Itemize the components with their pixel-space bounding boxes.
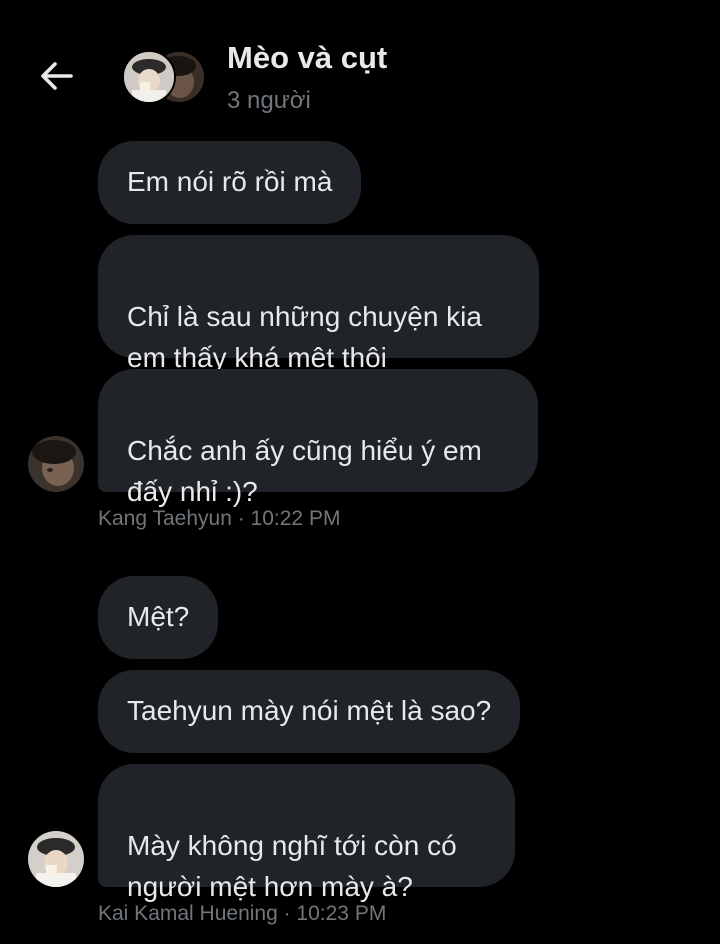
message-meta: Kang Taehyun · 10:22 PM	[98, 507, 341, 530]
message-text: Mệt?	[127, 601, 190, 632]
member-count: 3 người	[227, 87, 311, 114]
group-avatar[interactable]	[122, 50, 206, 104]
message-bubble[interactable]: Em nói rõ rồi mà	[98, 141, 362, 224]
message-meta: Kai Kamal Huening · 10:23 PM	[98, 902, 387, 925]
message-text: Em nói rõ rồi mà	[127, 166, 333, 197]
message-bubble[interactable]: Chắc anh ấy cũng hiểu ý em đấy nhỉ :)?	[98, 369, 538, 507]
message-text: Mày không nghĩ tới còn có người mệt hơn …	[127, 830, 457, 902]
sender-avatar[interactable]	[28, 831, 84, 887]
member-avatar	[122, 50, 176, 104]
message-bubble[interactable]: Mệt?	[98, 576, 219, 659]
conversation-title: Mèo và cụt	[227, 40, 388, 75]
sender-avatar[interactable]	[28, 436, 84, 492]
message-text: Taehyun mày nói mệt là sao?	[127, 695, 492, 726]
message-bubble[interactable]: Taehyun mày nói mệt là sao?	[98, 670, 521, 753]
message-bubble[interactable]: Mày không nghĩ tới còn có người mệt hơn …	[98, 764, 515, 902]
message-text: Chỉ là sau những chuyện kia em thấy khá …	[127, 301, 482, 373]
back-button[interactable]	[36, 56, 76, 96]
message-text: Chắc anh ấy cũng hiểu ý em đấy nhỉ :)?	[127, 435, 482, 507]
message-bubble[interactable]: Chỉ là sau những chuyện kia em thấy khá …	[98, 235, 539, 373]
arrow-left-icon	[41, 62, 73, 90]
conversation-header: Mèo và cụt 3 người	[0, 0, 720, 130]
